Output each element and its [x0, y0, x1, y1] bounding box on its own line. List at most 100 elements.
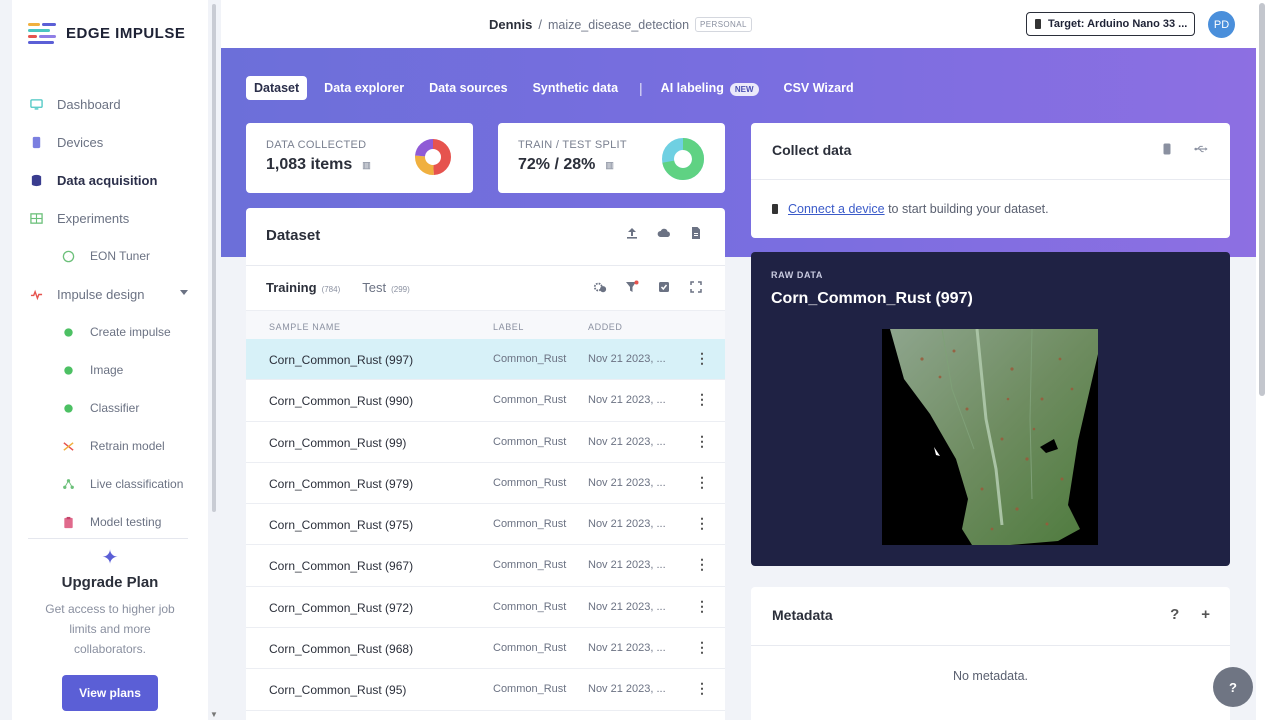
tab-dataset[interactable]: Dataset — [246, 75, 308, 100]
tab-csv-wizard[interactable]: CSV Wizard — [776, 76, 862, 100]
sidebar-item-label: Devices — [57, 134, 104, 150]
tab-data-explorer[interactable]: Data explorer — [316, 76, 412, 100]
help-icon[interactable]: ? — [1170, 606, 1179, 623]
chevron-down-icon[interactable] — [180, 290, 188, 295]
sidebar-item-live-classification[interactable]: Live classification — [12, 465, 208, 503]
brand[interactable]: EDGE IMPULSE — [28, 22, 185, 44]
sample-added: Nov 21 2023, ... — [588, 559, 666, 572]
table-row[interactable]: Corn_Common_Rust (968) Common_Rust Nov 21 … — [246, 628, 725, 670]
sidebar-item-classifier[interactable]: Classifier — [12, 389, 208, 427]
target-label: Target: Arduino Nano 33 ... — [1048, 18, 1188, 30]
table-row[interactable]: Corn_Common_Rust (95) Common_Rust Nov 21 2… — [246, 669, 725, 711]
status-dot-icon — [64, 327, 73, 337]
sample-added: Nov 21 2023, ... — [588, 683, 666, 696]
split-donut-chart — [662, 138, 704, 180]
help-button[interactable]: ? — [1213, 667, 1253, 707]
sample-label: Common_Rust — [493, 435, 567, 448]
table-icon — [30, 212, 43, 224]
column-header-added[interactable]: ADDED — [588, 322, 623, 332]
device-icon[interactable] — [1160, 142, 1174, 156]
more-options-icon[interactable]: ⋮ — [695, 391, 709, 408]
table-row[interactable]: Corn_Common_Rust (997) Common_Rust Nov 21 … — [246, 339, 725, 381]
scroll-down-arrow-icon[interactable]: ▼ — [210, 710, 218, 719]
sample-label: Common_Rust — [493, 353, 567, 365]
tab-training[interactable]: Training (784) — [266, 280, 340, 295]
column-header-label[interactable]: LABEL — [493, 322, 524, 332]
sample-image — [882, 329, 1098, 545]
sidebar-item-impulse-design[interactable]: Impulse design — [12, 275, 208, 313]
sample-added: Nov 21 2023, ... — [588, 476, 666, 489]
cloud-icon[interactable] — [657, 226, 671, 240]
tab-data-sources[interactable]: Data sources — [421, 76, 516, 100]
more-options-icon[interactable]: ⋮ — [695, 433, 709, 450]
table-row[interactable]: Corn_Common_Rust (967) Common_Rust Nov 21 … — [246, 545, 725, 587]
sidebar-item-image[interactable]: Image — [12, 351, 208, 389]
sample-label: Common_Rust — [493, 642, 567, 655]
expand-icon[interactable] — [689, 280, 703, 294]
column-header-sample-name[interactable]: SAMPLE NAME — [269, 322, 341, 332]
more-options-icon[interactable]: ⋮ — [695, 680, 709, 697]
upgrade-panel: ✦ Upgrade Plan Get access to higher job … — [12, 545, 208, 711]
sidebar-item-model-testing[interactable]: Model testing — [12, 503, 208, 541]
sidebar-item-devices[interactable]: Devices — [12, 123, 208, 161]
tab-label: Test — [362, 280, 387, 295]
add-icon[interactable]: + — [1201, 606, 1210, 623]
bar-chart-icon[interactable]: ▥ — [362, 160, 371, 171]
more-options-icon[interactable]: ⋮ — [695, 639, 709, 656]
sidebar-item-label: Impulse design — [57, 286, 145, 302]
sidebar-item-eon-tuner[interactable]: EON Tuner — [12, 237, 208, 275]
sample-name: Corn_Common_Rust (968) — [269, 642, 414, 657]
collect-data-message: Connect a device to start building your … — [772, 202, 1049, 216]
metadata-actions: ? + — [1170, 606, 1210, 623]
sidebar-item-label: Live classification — [90, 477, 184, 491]
tab-test[interactable]: Test (299) — [362, 280, 410, 295]
sidebar: EDGE IMPULSE Dashboard Devices Data acqu… — [12, 0, 208, 720]
more-options-icon[interactable]: ⋮ — [695, 515, 709, 532]
sample-name: Corn_Common_Rust (975) — [269, 518, 414, 533]
data-collected-card: DATA COLLECTED 1,083 items ▥ — [246, 123, 473, 193]
sample-name: Corn_Common_Rust (967) — [269, 559, 414, 574]
upgrade-text: Get access to higher job limits and more… — [45, 602, 175, 656]
more-options-icon[interactable]: ⋮ — [695, 598, 709, 615]
train-test-split-card: TRAIN / TEST SPLIT 72% / 28% ▥ — [498, 123, 725, 193]
table-row[interactable]: Corn_Common_Rust (990) Common_Rust Nov 21 … — [246, 380, 725, 422]
tab-synthetic-data[interactable]: Synthetic data — [525, 76, 626, 100]
sidebar-scrollbar[interactable] — [212, 4, 216, 512]
chip-icon — [772, 204, 778, 214]
metadata-panel: Metadata ? + No metadata. — [751, 587, 1230, 720]
target-device-button[interactable]: Target: Arduino Nano 33 ... — [1026, 12, 1195, 36]
page-scrollbar-thumb[interactable] — [1259, 3, 1265, 396]
settings-clock-icon[interactable] — [593, 280, 607, 294]
sidebar-item-data-acquisition[interactable]: Data acquisition — [12, 161, 208, 199]
table-row[interactable]: Corn_Common_Rust (975) Common_Rust Nov 21 … — [246, 504, 725, 546]
usb-icon[interactable] — [1194, 142, 1208, 156]
table-row[interactable]: Corn_Common_Rust (99) Common_Rust Nov 21 2… — [246, 422, 725, 463]
sidebar-item-create-impulse[interactable]: Create impulse — [12, 313, 208, 351]
new-badge: NEW — [729, 82, 759, 96]
sidebar-item-label: EON Tuner — [90, 249, 151, 263]
breadcrumb-user[interactable]: Dennis — [489, 17, 532, 32]
connect-device-link[interactable]: Connect a device — [788, 202, 885, 216]
tab-separator: | — [639, 79, 643, 96]
upload-icon[interactable] — [625, 226, 639, 240]
bar-chart-icon[interactable]: ▥ — [605, 160, 614, 171]
avatar[interactable]: PD — [1208, 11, 1235, 38]
view-plans-button[interactable]: View plans — [62, 675, 158, 711]
sidebar-item-retrain-model[interactable]: Retrain model — [12, 427, 208, 465]
more-options-icon[interactable]: ⋮ — [695, 474, 709, 491]
sample-added: Nov 21 2023, ... — [588, 394, 666, 407]
sidebar-item-experiments[interactable]: Experiments — [12, 199, 208, 237]
tab-ai-labeling[interactable]: AI labeling NEW — [653, 76, 767, 100]
select-checkbox-icon[interactable] — [657, 280, 671, 294]
table-row[interactable]: Corn_Common_Rust (979) Common_Rust Nov 21 … — [246, 463, 725, 505]
filter-icon[interactable] — [625, 280, 639, 294]
compass-icon — [62, 250, 75, 262]
more-options-icon[interactable]: ⋮ — [695, 350, 709, 367]
sidebar-item-dashboard[interactable]: Dashboard — [12, 85, 208, 123]
raw-data-title: Corn_Common_Rust (997) — [771, 290, 973, 307]
document-icon[interactable] — [689, 226, 703, 240]
pulse-icon — [30, 289, 43, 300]
table-row[interactable]: Corn_Common_Rust (972) Common_Rust Nov 21 … — [246, 587, 725, 629]
more-options-icon[interactable]: ⋮ — [695, 556, 709, 573]
breadcrumb-project[interactable]: maize_disease_detection — [548, 18, 689, 32]
